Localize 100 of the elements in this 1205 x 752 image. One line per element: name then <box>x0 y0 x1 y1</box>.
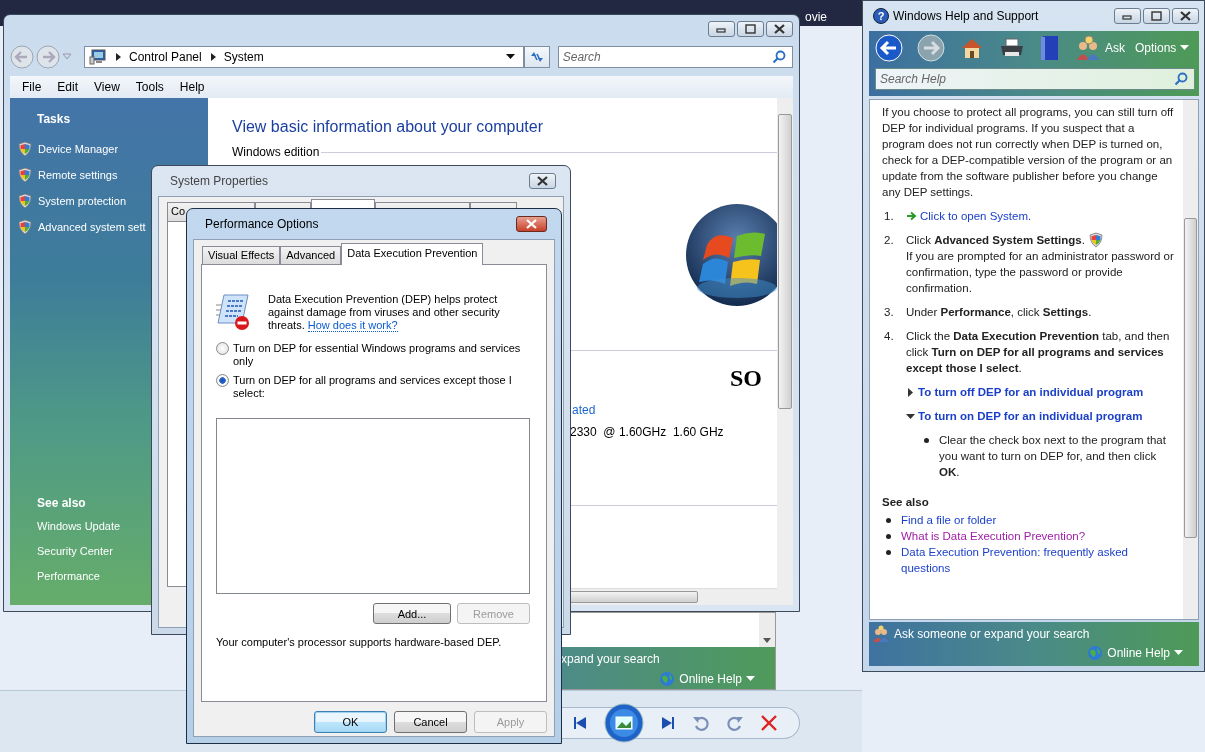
breadcrumb-item[interactable]: System <box>223 50 264 64</box>
caret-icon <box>746 676 755 682</box>
step-number: 1. <box>883 209 895 224</box>
processor-value: 2330 @ 1.60GHz 1.60 GHz <box>570 425 725 441</box>
forward-button[interactable] <box>917 34 945 62</box>
refresh-button[interactable] <box>524 46 550 68</box>
radio-button[interactable] <box>216 374 229 387</box>
menu-item[interactable]: Help <box>171 80 213 94</box>
minimize-button[interactable] <box>1114 8 1141 24</box>
online-help-button[interactable]: Online Help <box>659 671 755 687</box>
chevron-icon <box>113 52 123 62</box>
step-number: 4. <box>883 329 895 344</box>
tab[interactable]: Visual Effects <box>202 246 281 264</box>
vertical-scrollbar[interactable] <box>1183 100 1198 619</box>
search-field[interactable]: Search <box>557 46 793 68</box>
shield-icon <box>17 141 33 157</box>
printer-icon[interactable] <box>999 37 1025 59</box>
close-button[interactable] <box>516 216 547 232</box>
book-icon[interactable] <box>1039 34 1061 62</box>
close-button[interactable] <box>1172 8 1199 24</box>
section-heading: See also <box>882 495 930 510</box>
step-link[interactable]: Click to open System. <box>920 210 1032 222</box>
scroll-thumb[interactable] <box>778 114 792 409</box>
dialog-button[interactable]: OK <box>314 711 387 733</box>
taskbar-label[interactable]: ovie <box>805 10 827 24</box>
tab[interactable]: Data Execution Prevention <box>341 243 484 265</box>
ask-link[interactable]: Ask someone or expand your search <box>872 625 1199 643</box>
search-field[interactable]: Search Help <box>875 68 1195 90</box>
caret-icon <box>1174 650 1183 656</box>
globe-icon <box>1087 645 1104 661</box>
menu-item[interactable]: Tools <box>127 80 172 94</box>
people-icon <box>872 625 890 643</box>
shield-icon <box>17 219 33 235</box>
maximize-button[interactable] <box>1143 8 1170 24</box>
help-icon: ? <box>873 8 889 24</box>
help-link[interactable]: Data Execution Prevention: frequently asked questions <box>901 544 1175 576</box>
menu-item[interactable]: Edit <box>49 80 87 94</box>
breadcrumb-item[interactable]: Control Panel <box>129 50 202 64</box>
shield-icon <box>17 193 33 209</box>
scroll-thumb[interactable] <box>1184 218 1197 538</box>
tab[interactable]: Advanced <box>280 246 342 264</box>
list-button: Remove <box>457 603 530 624</box>
radio-option[interactable]: Turn on DEP for all programs and services except those I select: <box>216 374 521 400</box>
window-title: Windows Help and Support <box>893 9 1039 23</box>
pane-heading: Tasks <box>36 112 72 128</box>
expand-link[interactable]: To turn off DEP for an individual program <box>906 384 1175 400</box>
bullet-text: Clear the check box next to the program that you want to turn on DEP for, and then click OK. <box>939 433 1167 480</box>
address-bar[interactable]: Control Panel System <box>84 46 524 68</box>
options-button[interactable]: Options <box>1135 41 1190 55</box>
brand-logo: SO <box>730 365 763 393</box>
help-link[interactable]: What is Data Execution Prevention? <box>901 528 1086 544</box>
caret-icon <box>506 54 515 60</box>
step-text: Click the Data Execution Prevention tab, and then click Turn on DEP for all programs and services except those I select. <box>906 330 1170 374</box>
vertical-scrollbar[interactable] <box>759 613 775 647</box>
bullet-icon <box>886 534 891 539</box>
page-heading: View basic information about your computer <box>232 118 544 137</box>
slideshow-button[interactable] <box>604 703 644 743</box>
vertical-scrollbar[interactable] <box>777 98 793 605</box>
step-text: Under Performance, click Settings. <box>906 306 1092 318</box>
rating-link[interactable]: ated <box>572 403 777 425</box>
section-label: Windows edition <box>232 145 320 159</box>
list-button[interactable]: Add... <box>373 603 451 624</box>
pane-heading: See also <box>36 496 87 512</box>
help-link[interactable]: Find a file or folder <box>901 512 997 528</box>
step-text: If you are prompted for an administrator password or confirmation, type the password or provide confirmation. <box>906 249 1175 296</box>
radio-option[interactable]: Turn on DEP for essential Windows programs and services only <box>216 342 521 368</box>
shield-icon <box>1087 232 1104 248</box>
bullet-icon <box>886 550 891 555</box>
bullet-icon <box>924 438 929 443</box>
task-link[interactable]: Device Manager <box>17 136 208 162</box>
minimize-button[interactable] <box>708 21 735 37</box>
step-number: 2. <box>883 233 895 248</box>
search-icon <box>772 50 786 64</box>
window-title: System Properties <box>170 174 269 188</box>
menu-item[interactable]: View <box>86 80 128 94</box>
expand-link[interactable]: To turn on DEP for an individual program <box>906 408 1175 424</box>
people-icon <box>1075 35 1101 61</box>
online-help-button[interactable]: Online Help <box>1087 645 1183 661</box>
ask-button[interactable]: Ask <box>1075 35 1125 61</box>
shield-icon <box>17 167 33 183</box>
dialog-button[interactable]: Cancel <box>394 711 467 733</box>
support-note: Your computer's processor supports hardware-based DEP. <box>216 636 503 648</box>
help-link[interactable]: How does it work? <box>307 319 398 332</box>
computer-icon <box>89 49 107 65</box>
globe-icon <box>659 671 676 687</box>
dep-icon <box>216 293 250 331</box>
refresh-icon <box>528 50 545 64</box>
footer-text: xpand your search <box>561 652 661 666</box>
window-title: Performance Options <box>205 217 319 231</box>
close-button[interactable] <box>529 173 556 189</box>
maximize-button[interactable] <box>737 21 764 37</box>
caret-icon <box>1180 45 1190 51</box>
step-number: 3. <box>883 305 895 320</box>
close-button[interactable] <box>766 21 793 37</box>
arrow-icon <box>906 211 917 221</box>
help-paragraph: If you choose to protect all programs, you can still turn off DEP for individual programs. If you suspect that a program does not run correctly when DEP is turned on, check for a DEP-compatible version of the program or an update from the software publisher before you change any DEP settings. <box>882 105 1175 200</box>
description-text: Data Execution Prevention (DEP) helps protect against damage from viruses and other security threats. How does it work? <box>268 293 501 332</box>
radio-button[interactable] <box>216 342 229 355</box>
menu-item[interactable]: File <box>14 80 50 94</box>
search-icon <box>1174 72 1188 86</box>
